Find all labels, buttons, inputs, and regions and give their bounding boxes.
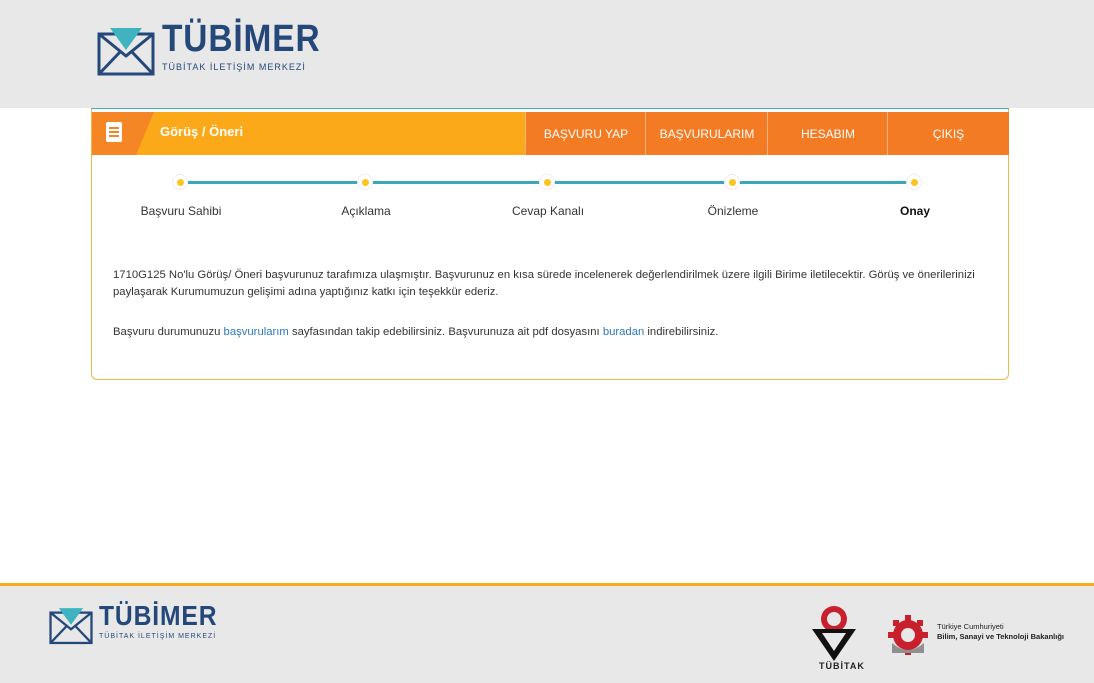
tubimer-logo[interactable]: TÜBİMER TÜBİTAK İLETİŞİM MERKEZİ [96,20,342,78]
nav-basvuru-yap[interactable]: BAŞVURU YAP [525,112,646,155]
page-title: Görüş / Öneri [160,124,244,139]
ministry-line1: Türkiye Cumhuriyeti [937,622,1004,631]
ministry-line2: Bilim, Sanayi ve Teknoloji Bakanlığı [937,632,1064,641]
step-label-onizleme: Önizleme [707,204,759,218]
ministry-name: Türkiye Cumhuriyeti Bilim, Sanayi ve Tek… [937,622,1064,642]
page-footer: TÜBİMER TÜBİTAK İLETİŞİM MERKEZİ TÜBİTAK… [0,583,1094,683]
ministry-gear-logo-icon[interactable] [886,613,930,657]
step-label-onay: Onay [899,204,931,218]
status-info-message: Başvuru durumunuzu başvurularım sayfasın… [113,324,993,341]
pdf-download-link[interactable]: buradan [603,326,644,338]
basvurularim-link[interactable]: başvurularım [224,326,289,338]
step-label-basvuru-sahibi: Başvuru Sahibi [140,204,222,218]
step-dot-5 [906,174,922,190]
logo-brand: TÜBİMER [162,18,321,60]
logo-tagline: TÜBİTAK İLETİŞİM MERKEZİ [162,62,306,72]
tubitak-label: TÜBİTAK [819,661,865,671]
nav-basvurularim[interactable]: BAŞVURULARIM [645,112,768,155]
step-dot-3 [539,174,555,190]
step-dot-2 [357,174,373,190]
envelope-logo-icon [49,608,93,645]
application-card: Görüş / Öneri BAŞVURU YAP BAŞVURULARIM H… [91,109,1009,380]
status-text-3: indirebilirsiniz. [644,326,719,338]
nav-hesabim[interactable]: HESABIM [767,112,888,155]
document-icon [106,122,122,142]
step-label-aciklama: Açıklama [341,204,391,218]
step-label-cevap-kanali: Cevap Kanalı [511,204,585,218]
toolbar-slant [136,112,154,155]
envelope-logo-icon [97,28,155,76]
footer-tubimer-logo[interactable]: TÜBİMER TÜBİTAK İLETİŞİM MERKEZİ [48,602,234,646]
status-text-2: sayfasından takip edebilirsiniz. Başvuru… [288,326,603,338]
status-text-1: Başvuru durumunuzu [113,326,224,338]
step-dot-4 [724,174,740,190]
page-header: TÜBİMER TÜBİTAK İLETİŞİM MERKEZİ [0,0,1094,108]
confirmation-message: 1710G125 No'lu Görüş/ Öneri başvurunuz t… [113,269,975,298]
card-toolbar: Görüş / Öneri BAŞVURU YAP BAŞVURULARIM H… [92,112,1009,155]
nav-cikis[interactable]: ÇIKIŞ [887,112,1009,155]
footer-logo-tagline: TÜBİTAK İLETİŞİM MERKEZİ [99,633,217,640]
step-dot-1 [172,174,188,190]
document-icon-box [92,112,136,155]
footer-logo-brand: TÜBİMER [99,600,218,631]
